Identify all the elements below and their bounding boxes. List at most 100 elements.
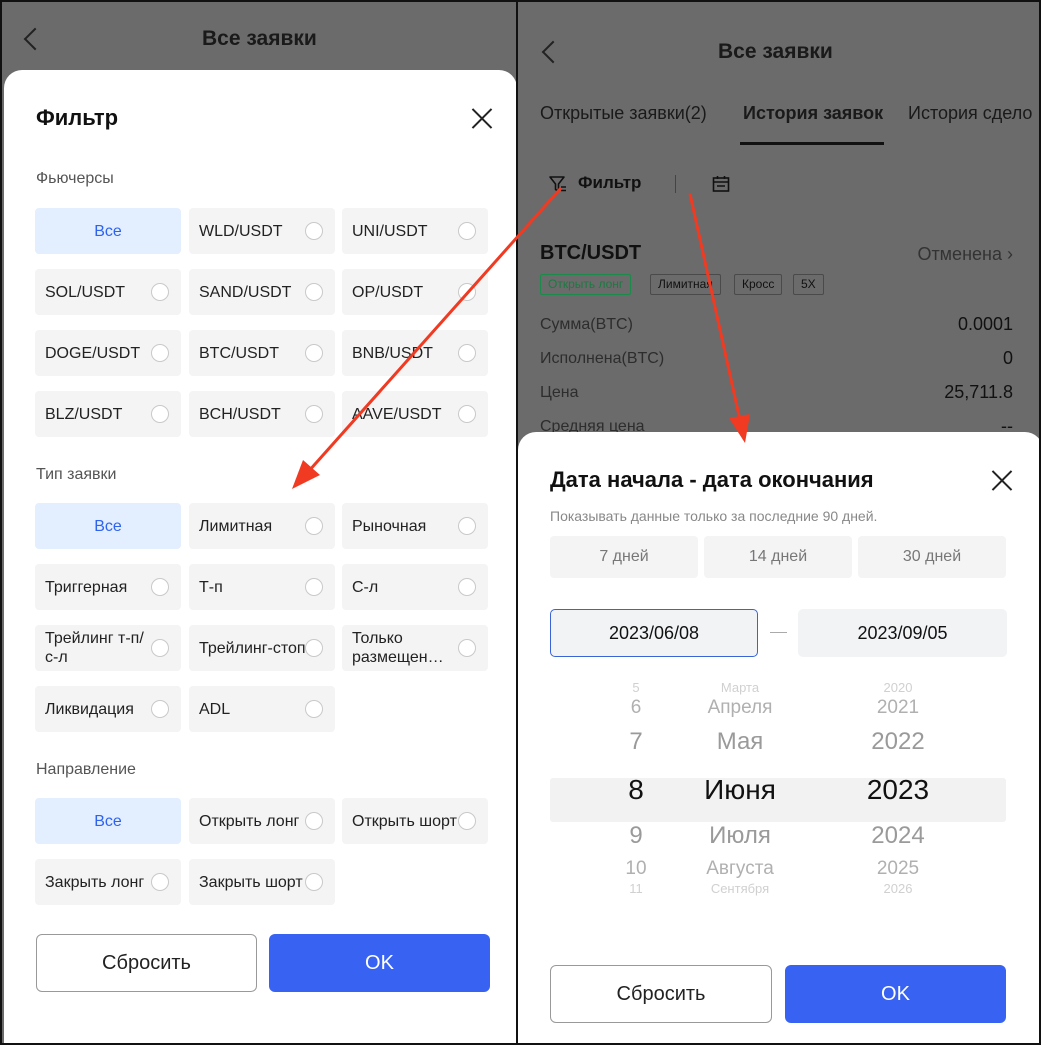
filter-button[interactable]: Фильтр <box>578 173 641 193</box>
filter-chip-futures[interactable]: BCH/USDT <box>189 391 335 437</box>
filter-chip-order-type[interactable]: Все <box>35 503 181 549</box>
picker-year[interactable]: 2023 <box>828 774 968 806</box>
radio-icon <box>458 405 476 423</box>
chip-label: Закрыть лонг <box>45 873 145 891</box>
picker-month[interactable]: Мая <box>660 728 820 756</box>
filter-chip-direction[interactable]: Все <box>35 798 181 844</box>
chip-label: Лимитная <box>199 517 273 535</box>
filter-chip-order-type[interactable]: Лимитная <box>189 503 335 549</box>
filled-value: 0 <box>1002 348 1013 368</box>
chip-label: BTC/USDT <box>199 344 279 362</box>
filter-chip-order-type[interactable]: Только размещен… <box>342 625 488 671</box>
radio-icon <box>305 222 323 240</box>
date-separator <box>770 632 787 633</box>
filter-chip-futures[interactable]: BLZ/USDT <box>35 391 181 437</box>
reset-button[interactable]: Сбросить <box>550 965 772 1023</box>
tab-trade-history[interactable]: История сдело <box>908 103 1032 124</box>
filter-chip-order-type[interactable]: ADL <box>189 686 335 732</box>
chip-label: Рыночная <box>352 517 427 535</box>
filter-chip-futures[interactable]: UNI/USDT <box>342 208 488 254</box>
picker-year[interactable]: 2022 <box>828 728 968 756</box>
picker-month[interactable]: Июля <box>660 822 820 850</box>
picker-month[interactable]: Апреля <box>660 697 820 719</box>
picker-year[interactable]: 2024 <box>828 822 968 850</box>
radio-icon <box>458 578 476 596</box>
radio-icon <box>305 517 323 535</box>
app-header: Все заявки <box>2 2 517 72</box>
radio-icon <box>305 283 323 301</box>
chip-label: Ликвидация <box>45 700 134 718</box>
calendar-icon[interactable] <box>712 175 730 193</box>
filter-chip-futures[interactable]: OP/USDT <box>342 269 488 315</box>
filter-chip-futures[interactable]: SAND/USDT <box>189 269 335 315</box>
picker-month[interactable]: Июня <box>660 774 820 806</box>
radio-icon <box>458 639 476 657</box>
picker-year[interactable]: 2025 <box>828 858 968 880</box>
order-status[interactable]: Отменена › <box>917 244 1013 265</box>
quick-range-7-days[interactable]: 7 дней <box>550 536 698 578</box>
filter-chip-order-type[interactable]: Ликвидация <box>35 686 181 732</box>
filter-chip-futures[interactable]: BTC/USDT <box>189 330 335 376</box>
chip-label: SOL/USDT <box>45 283 126 301</box>
filter-chip-futures[interactable]: Все <box>35 208 181 254</box>
filter-chip-futures[interactable]: WLD/USDT <box>189 208 335 254</box>
filter-chip-direction[interactable]: Открыть лонг <box>189 798 335 844</box>
funnel-icon[interactable] <box>548 174 568 194</box>
chip-label: Трейлинг-стоп <box>199 639 306 657</box>
picker-month[interactable]: Марта <box>660 680 820 695</box>
start-date-field[interactable]: 2023/06/08 <box>550 609 758 657</box>
filter-chip-direction[interactable]: Открыть шорт <box>342 798 488 844</box>
filter-chip-order-type[interactable]: Трейлинг-стоп <box>189 625 335 671</box>
filter-title: Фильтр <box>36 105 119 130</box>
filter-chip-futures[interactable]: BNB/USDT <box>342 330 488 376</box>
radio-icon <box>305 344 323 362</box>
filter-chip-futures[interactable]: DOGE/USDT <box>35 330 181 376</box>
back-icon[interactable] <box>23 27 47 51</box>
chip-label: Т-п <box>199 578 223 596</box>
filter-chip-order-type[interactable]: С-л <box>342 564 488 610</box>
picker-year[interactable]: 2021 <box>828 697 968 719</box>
picker-year[interactable]: 2026 <box>828 881 968 896</box>
radio-icon <box>458 222 476 240</box>
filter-chip-order-type[interactable]: Рыночная <box>342 503 488 549</box>
filter-chip-order-type[interactable]: Трейлинг т-п/с-л <box>35 625 181 671</box>
date-range-sheet: Дата начала - дата окончания Показывать … <box>518 432 1039 1043</box>
chip-label: Трейлинг т-п/с-л <box>45 630 144 666</box>
reset-button[interactable]: Сбросить <box>36 934 257 992</box>
chip-label: OP/USDT <box>352 283 424 301</box>
filter-chip-order-type[interactable]: Т-п <box>189 564 335 610</box>
filter-chip-direction[interactable]: Закрыть шорт <box>189 859 335 905</box>
chip-label: BNB/USDT <box>352 344 433 362</box>
right-screenshot: Все заявки Открытые заявки(2) История за… <box>516 0 1041 1045</box>
radio-icon <box>151 578 169 596</box>
ok-button[interactable]: OK <box>269 934 490 992</box>
chip-label: AAVE/USDT <box>352 405 442 423</box>
tab-order-history[interactable]: История заявок <box>743 103 883 124</box>
quick-range-30-days[interactable]: 30 дней <box>858 536 1006 578</box>
picker-month[interactable]: Августа <box>660 858 820 880</box>
radio-icon <box>151 405 169 423</box>
date-wheel-picker[interactable]: 5 6 7 8 9 10 11 Марта Апреля Мая Июня Июля Августа Се… <box>550 680 1006 908</box>
chevron-right-icon: › <box>1007 244 1013 264</box>
filter-chip-futures[interactable]: AAVE/USDT <box>342 391 488 437</box>
filter-chip-futures[interactable]: SOL/USDT <box>35 269 181 315</box>
end-date-field[interactable]: 2023/09/05 <box>798 609 1007 657</box>
divider <box>675 175 676 193</box>
ok-button[interactable]: OK <box>785 965 1006 1023</box>
close-icon[interactable] <box>990 468 1014 492</box>
page-title: Все заявки <box>202 27 317 50</box>
filter-chip-direction[interactable]: Закрыть лонг <box>35 859 181 905</box>
chip-label: Все <box>94 222 122 240</box>
section-title-order-type: Тип заявки <box>36 466 117 483</box>
radio-icon <box>305 405 323 423</box>
radio-icon <box>458 812 476 830</box>
filter-chip-order-type[interactable]: Триггерная <box>35 564 181 610</box>
picker-month[interactable]: Сентября <box>660 881 820 896</box>
tag-open-long: Открыть лонг <box>540 274 632 295</box>
tab-open-orders[interactable]: Открытые заявки(2) <box>540 103 707 124</box>
radio-icon <box>151 283 169 301</box>
date-range-title: Дата начала - дата окончания <box>550 467 874 492</box>
quick-range-14-days[interactable]: 14 дней <box>704 536 852 578</box>
picker-year[interactable]: 2020 <box>828 680 968 695</box>
close-icon[interactable] <box>470 106 494 130</box>
